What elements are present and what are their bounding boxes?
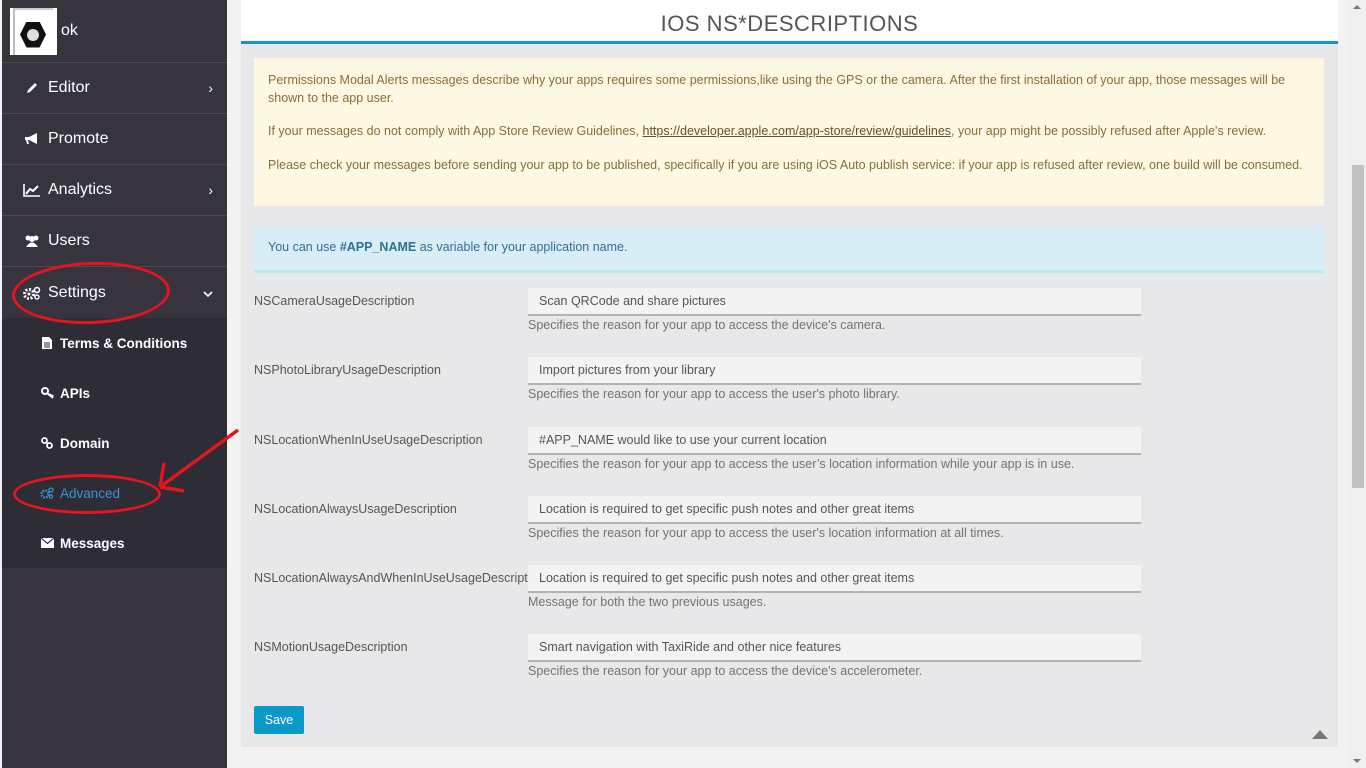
submenu-item-label: Messages [60, 535, 125, 551]
info-text-suffix: as variable for your application name. [416, 240, 628, 254]
page-header: IOS NS*DESCRIPTIONS [241, 0, 1338, 44]
field-label: NSMotionUsageDescription [254, 640, 408, 654]
field-label: NSLocationWhenInUseUsageDescription [254, 433, 483, 447]
warning-text-1: Permissions Modal Alerts messages descri… [268, 73, 1286, 105]
submenu-item-label: APIs [60, 385, 91, 401]
warning-text-2-suffix: , your app might be possibly refused aft… [951, 124, 1267, 138]
app-header: ok [2, 0, 227, 63]
field-ns-location-always-and-when-in-use: NSLocationAlwaysAndWhenInUseUsageDescrip… [254, 565, 1324, 631]
file-icon [40, 337, 54, 349]
page-title: IOS NS*DESCRIPTIONS [660, 11, 919, 36]
gears-icon [40, 487, 54, 499]
submenu-item-messages[interactable]: Messages [2, 518, 227, 568]
field-help-text: Specifies the reason for your app to acc… [528, 526, 1004, 540]
settings-submenu: Terms & Conditions APIs Domain Advanced … [2, 318, 227, 568]
sidebar-item-promote[interactable]: Promote [2, 114, 227, 165]
sidebar-item-settings[interactable]: Settings [2, 267, 227, 318]
sidebar-item-label: Users [48, 232, 90, 249]
app-logo[interactable] [10, 7, 57, 55]
field-label: NSLocationAlwaysAndWhenInUseUsageDescrip… [254, 571, 528, 585]
sidebar-item-editor[interactable]: Editor › [2, 63, 227, 114]
app-name: ok [61, 22, 78, 39]
sidebar: ok Editor › Promote Analytics › Users Se… [2, 0, 227, 768]
field-ns-location-when-in-use: NSLocationWhenInUseUsageDescription Spec… [254, 427, 1324, 493]
scrollbar-thumb[interactable] [1352, 165, 1364, 488]
field-label: NSPhotoLibraryUsageDescription [254, 363, 441, 377]
field-help-text: Specifies the reason for your app to acc… [528, 387, 900, 401]
ns-motion-usage-input[interactable] [528, 634, 1141, 662]
info-text-prefix: You can use [268, 240, 340, 254]
scroll-up-arrow-icon[interactable] [1353, 5, 1361, 9]
submenu-item-domain[interactable]: Domain [2, 418, 227, 468]
field-ns-photo-library: NSPhotoLibraryUsageDescription Specifies… [254, 357, 1324, 423]
ns-location-when-in-use-input[interactable] [528, 427, 1141, 455]
sidebar-item-label: Promote [48, 130, 109, 147]
scroll-down-arrow-icon[interactable] [1353, 759, 1361, 763]
sidebar-item-label: Editor [48, 79, 90, 96]
warning-text-2-prefix: If your messages do not comply with App … [268, 124, 643, 138]
submenu-item-apis[interactable]: APIs [2, 368, 227, 418]
field-ns-location-always: NSLocationAlwaysUsageDescription Specifi… [254, 496, 1324, 562]
users-icon [22, 234, 42, 248]
warning-text-2: If your messages do not comply with App … [268, 123, 1310, 141]
page-scrollbar[interactable] [1349, 0, 1366, 768]
envelope-icon [40, 538, 54, 548]
chevron-right-icon: › [208, 182, 213, 198]
sidebar-item-label: Analytics [48, 181, 113, 198]
field-help-text: Specifies the reason for your app to acc… [528, 664, 923, 678]
sidebar-item-users[interactable]: Users [2, 216, 227, 267]
pencil-icon [22, 81, 42, 95]
line-chart-icon [22, 183, 42, 197]
field-ns-camera: NSCameraUsageDescription Specifies the r… [254, 288, 1324, 354]
field-help-text: Specifies the reason for your app to acc… [528, 457, 1075, 471]
link-icon [40, 437, 54, 449]
field-label: NSCameraUsageDescription [254, 294, 415, 308]
ns-camera-usage-input[interactable] [528, 288, 1141, 316]
submenu-item-label: Terms & Conditions [60, 335, 188, 351]
sidebar-item-label: Settings [48, 283, 106, 301]
main-content: IOS NS*DESCRIPTIONS Permissions Modal Al… [241, 0, 1338, 747]
sidebar-item-analytics[interactable]: Analytics › [2, 165, 227, 216]
field-label: NSLocationAlwaysUsageDescription [254, 502, 457, 516]
ns-location-always-input[interactable] [528, 496, 1141, 524]
submenu-item-terms-conditions[interactable]: Terms & Conditions [2, 318, 227, 368]
ns-location-always-and-when-in-use-input[interactable] [528, 565, 1141, 593]
submenu-item-label: Domain [60, 435, 110, 451]
warning-alert: Permissions Modal Alerts messages descri… [254, 58, 1324, 206]
scroll-to-top-icon[interactable] [1312, 730, 1328, 739]
ns-photo-library-usage-input[interactable] [528, 357, 1141, 385]
chevron-right-icon: › [208, 80, 213, 96]
gears-icon [22, 286, 42, 300]
field-help-text: Specifies the reason for your app to acc… [528, 318, 886, 332]
warning-text-3: Please check your messages before sendin… [268, 157, 1303, 172]
field-ns-motion: NSMotionUsageDescription Specifies the r… [254, 634, 1324, 700]
submenu-item-advanced[interactable]: Advanced [2, 468, 227, 518]
chevron-down-icon [203, 285, 213, 301]
submenu-item-label: Advanced [60, 485, 121, 501]
app-name-variable: #APP_NAME [339, 240, 417, 254]
save-button[interactable]: Save [254, 706, 304, 734]
field-help-text: Message for both the two previous usages… [528, 595, 767, 609]
guidelines-link[interactable]: https://developer.apple.com/app-store/re… [643, 124, 952, 138]
key-icon [40, 387, 54, 399]
info-alert: You can use #APP_NAME as variable for yo… [254, 226, 1324, 273]
bullhorn-icon [22, 132, 42, 146]
